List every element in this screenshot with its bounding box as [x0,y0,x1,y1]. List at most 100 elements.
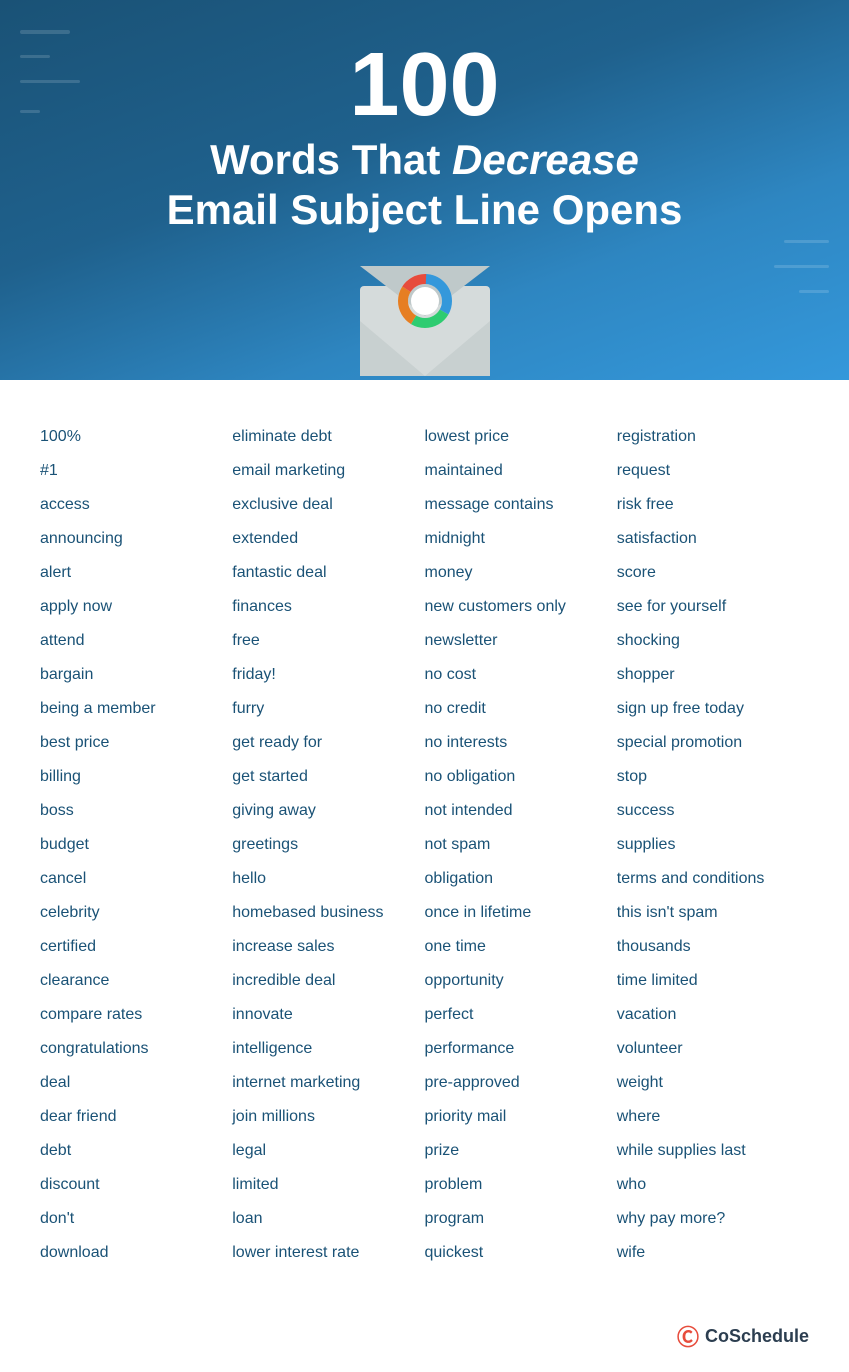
word-item: midnight [425,522,617,556]
word-item: supplies [617,828,809,862]
word-item: friday! [232,658,424,692]
content-area: 100%#1accessannouncingalertapply nowatte… [0,380,849,1300]
words-grid: 100%#1accessannouncingalertapply nowatte… [40,420,809,1270]
word-item: performance [425,1032,617,1066]
word-item: maintained [425,454,617,488]
word-item: vacation [617,998,809,1032]
word-item: registration [617,420,809,454]
word-item: bargain [40,658,232,692]
word-item: budget [40,828,232,862]
column-4: registrationrequestrisk freesatisfaction… [617,420,809,1270]
word-item: fantastic deal [232,556,424,590]
word-item: satisfaction [617,522,809,556]
logo: Ⓒ CoSchedule [677,1320,809,1352]
word-item: where [617,1100,809,1134]
word-item: who [617,1168,809,1202]
word-item: terms and conditions [617,862,809,896]
word-item: shocking [617,624,809,658]
word-item: eliminate debt [232,420,424,454]
word-item: intelligence [232,1032,424,1066]
word-item: priority mail [425,1100,617,1134]
word-item: hello [232,862,424,896]
word-item: limited [232,1168,424,1202]
word-item: announcing [40,522,232,556]
word-item: attend [40,624,232,658]
logo-icon: Ⓒ [677,1320,699,1352]
word-item: get ready for [232,726,424,760]
big-number: 100 [30,40,819,130]
column-2: eliminate debtemail marketingexclusive d… [232,420,424,1270]
word-item: quickest [425,1236,617,1270]
word-item: dear friend [40,1100,232,1134]
word-item: while supplies last [617,1134,809,1168]
word-item: increase sales [232,930,424,964]
word-item: debt [40,1134,232,1168]
word-item: see for yourself [617,590,809,624]
word-item: time limited [617,964,809,998]
title-line1: Words That Decrease [30,135,819,185]
word-item: wife [617,1236,809,1270]
donut-chart-icon [395,271,455,336]
word-item: no obligation [425,760,617,794]
word-item: this isn't spam [617,896,809,930]
word-item: congratulations [40,1032,232,1066]
column-1: 100%#1accessannouncingalertapply nowatte… [40,420,232,1270]
word-item: loan [232,1202,424,1236]
footer: Ⓒ CoSchedule [0,1300,849,1372]
envelope-icon [360,266,490,376]
word-item: sign up free today [617,692,809,726]
word-item: opportunity [425,964,617,998]
word-item: deal [40,1066,232,1100]
word-item: internet marketing [232,1066,424,1100]
word-item: score [617,556,809,590]
word-item: pre-approved [425,1066,617,1100]
word-item: alert [40,556,232,590]
word-item: new customers only [425,590,617,624]
word-item: #1 [40,454,232,488]
word-item: risk free [617,488,809,522]
word-item: certified [40,930,232,964]
word-item: shopper [617,658,809,692]
word-item: perfect [425,998,617,1032]
word-item: program [425,1202,617,1236]
title-line2: Email Subject Line Opens [30,185,819,235]
word-item: clearance [40,964,232,998]
word-item: why pay more? [617,1202,809,1236]
word-item: volunteer [617,1032,809,1066]
word-item: request [617,454,809,488]
word-item: boss [40,794,232,828]
word-item: 100% [40,420,232,454]
word-item: special promotion [617,726,809,760]
word-item: newsletter [425,624,617,658]
header: 100 Words That Decrease Email Subject Li… [0,0,849,380]
word-item: join millions [232,1100,424,1134]
word-item: download [40,1236,232,1270]
word-item: weight [617,1066,809,1100]
word-item: billing [40,760,232,794]
word-item: furry [232,692,424,726]
word-item: no cost [425,658,617,692]
word-item: not intended [425,794,617,828]
word-item: obligation [425,862,617,896]
column-3: lowest pricemaintainedmessage containsmi… [425,420,617,1270]
word-item: exclusive deal [232,488,424,522]
word-item: cancel [40,862,232,896]
word-item: extended [232,522,424,556]
word-item: money [425,556,617,590]
word-item: being a member [40,692,232,726]
word-item: apply now [40,590,232,624]
word-item: success [617,794,809,828]
word-item: celebrity [40,896,232,930]
word-item: finances [232,590,424,624]
word-item: discount [40,1168,232,1202]
word-item: no interests [425,726,617,760]
word-item: stop [617,760,809,794]
word-item: legal [232,1134,424,1168]
word-item: lower interest rate [232,1236,424,1270]
word-item: not spam [425,828,617,862]
word-item: greetings [232,828,424,862]
word-item: email marketing [232,454,424,488]
word-item: don't [40,1202,232,1236]
word-item: incredible deal [232,964,424,998]
word-item: lowest price [425,420,617,454]
